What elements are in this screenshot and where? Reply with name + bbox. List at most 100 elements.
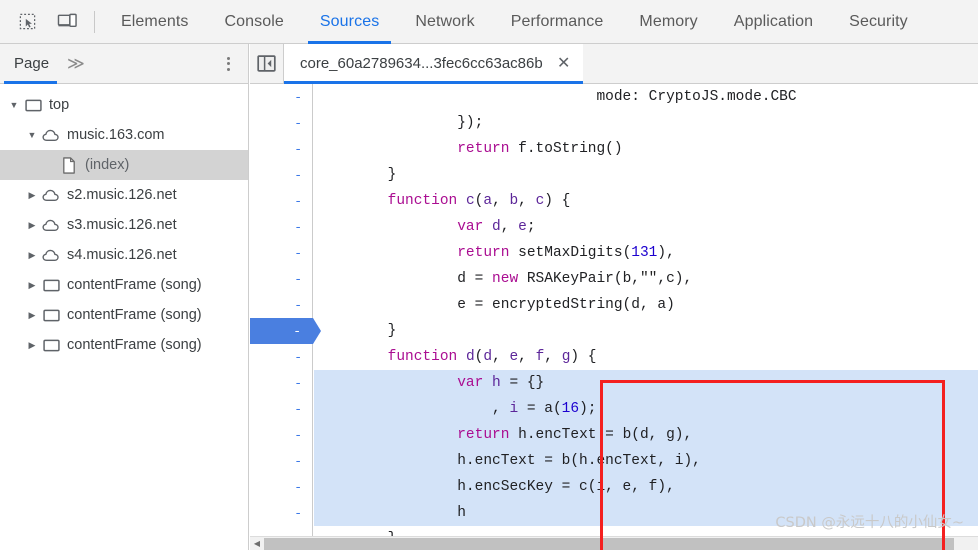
frame-icon — [40, 279, 62, 292]
gutter-line[interactable]: - — [250, 162, 312, 188]
gutter-line[interactable]: - — [250, 214, 312, 240]
editor-file-tab-label: core_60a2789634...3fec6cc63ac86b — [300, 55, 543, 72]
code-token: ), — [657, 245, 675, 261]
chevron-right-icon[interactable]: ▶ — [24, 220, 40, 231]
gutter-line[interactable]: - — [250, 318, 321, 344]
gutter-dash: - — [294, 375, 302, 391]
code-content[interactable]: mode: CryptoJS.mode.CBC }); return f.toS… — [314, 84, 978, 536]
gutter-line[interactable]: - — [250, 84, 312, 110]
code-token: var — [457, 219, 484, 235]
tab-elements[interactable]: Elements — [103, 0, 207, 44]
navigator-tab-page-label: Page — [14, 55, 50, 72]
code-token: ) { — [570, 349, 597, 365]
document-icon — [58, 156, 80, 174]
editor-file-tab[interactable]: core_60a2789634...3fec6cc63ac86b ✕ — [284, 44, 583, 84]
frame-icon — [40, 339, 62, 352]
tree-item-index[interactable]: (index) — [0, 150, 248, 180]
gutter-line[interactable]: - — [250, 292, 312, 318]
gutter-dash: - — [294, 401, 302, 417]
tree-item-contentframe-2[interactable]: ▶ contentFrame (song) — [0, 300, 248, 330]
tree-item-s4music126net[interactable]: ▶ s4.music.126.net — [0, 240, 248, 270]
gutter-line[interactable]: - — [250, 240, 312, 266]
code-line: var h = {} — [314, 370, 978, 396]
gutter-line[interactable]: - — [250, 188, 312, 214]
tab-security-label: Security — [849, 12, 908, 30]
gutter-line[interactable]: - — [250, 370, 312, 396]
tree-item-s2music126net[interactable]: ▶ s2.music.126.net — [0, 180, 248, 210]
toggle-navigator-icon[interactable] — [250, 44, 284, 84]
navigator-more-tabs-icon[interactable]: ≫ — [61, 44, 89, 84]
code-token: b — [509, 193, 519, 209]
code-line: h.encText = b(h.encText, i), — [314, 448, 978, 474]
chevron-down-icon[interactable]: ▼ — [24, 130, 40, 140]
code-token: h — [492, 375, 501, 391]
navigator-toolbar: Page ≫ — [0, 44, 248, 84]
gutter-dash: - — [294, 297, 302, 313]
tab-elements-label: Elements — [121, 12, 189, 30]
gutter-line[interactable]: - — [250, 422, 312, 448]
gutter-line[interactable]: - — [250, 136, 312, 162]
chevron-right-icon[interactable]: ▶ — [24, 310, 40, 321]
code-token: mode: CryptoJS.mode.CBC — [596, 89, 797, 105]
tab-console[interactable]: Console — [207, 0, 302, 44]
gutter-line[interactable]: - — [250, 266, 312, 292]
inspect-element-icon[interactable] — [10, 5, 44, 39]
tab-network[interactable]: Network — [397, 0, 492, 44]
code-line: d = new RSAKeyPair(b,"",c), — [314, 266, 978, 292]
horizontal-scrollbar[interactable]: ◀ — [250, 536, 978, 550]
scroll-left-icon[interactable]: ◀ — [250, 537, 264, 550]
code-token: } — [387, 323, 397, 339]
gutter-line[interactable]: - — [250, 344, 312, 370]
gutter-line[interactable]: - — [250, 448, 312, 474]
source-editor-pane: core_60a2789634...3fec6cc63ac86b ✕ - - - - -… — [250, 44, 978, 550]
scrollbar-thumb[interactable] — [264, 537, 954, 550]
gutter-line[interactable]: - — [250, 500, 312, 526]
editor-tabbar: core_60a2789634...3fec6cc63ac86b ✕ — [250, 44, 978, 84]
chevron-right-icon[interactable]: ▶ — [24, 340, 40, 351]
code-token: new — [492, 271, 519, 287]
code-token: d — [483, 349, 493, 365]
tree-item-music163[interactable]: ▼ music.163.com — [0, 120, 248, 150]
navigator-menu-icon[interactable] — [220, 55, 236, 73]
tab-performance[interactable]: Performance — [493, 0, 622, 44]
tab-memory[interactable]: Memory — [621, 0, 715, 44]
tab-sources[interactable]: Sources — [302, 0, 397, 44]
chevron-right-icon[interactable]: ▶ — [24, 250, 40, 261]
device-toolbar-icon[interactable] — [50, 5, 84, 39]
tree-item-s3music126net[interactable]: ▶ s3.music.126.net — [0, 210, 248, 240]
gutter-dash: - — [294, 271, 302, 287]
code-token: f.toString() — [509, 141, 623, 157]
chevron-down-icon[interactable]: ▼ — [6, 100, 22, 110]
cloud-icon — [40, 129, 62, 142]
devtools-main-toolbar: Elements Console Sources Network Perform… — [0, 0, 978, 44]
code-token: , — [518, 193, 536, 209]
close-icon[interactable]: ✕ — [555, 55, 573, 73]
code-token: 131 — [631, 245, 658, 261]
tree-item-contentframe-1[interactable]: ▶ contentFrame (song) — [0, 270, 248, 300]
code-token: = a( — [518, 401, 562, 417]
code-token: return — [457, 245, 510, 261]
code-token: , — [544, 349, 562, 365]
code-token: return — [457, 141, 510, 157]
tree-item-top[interactable]: ▼ top — [0, 90, 248, 120]
gutter-line[interactable]: - — [250, 396, 312, 422]
gutter-line[interactable]: - — [250, 110, 312, 136]
code-line: , i = a(16); — [314, 396, 978, 422]
navigator-tab-page[interactable]: Page — [0, 44, 61, 84]
chevron-right-icon[interactable]: ▶ — [24, 280, 40, 291]
tree-item-label: music.163.com — [67, 127, 165, 143]
code-token: a — [483, 193, 493, 209]
gutter-line[interactable]: - — [250, 474, 312, 500]
code-token: ; — [526, 219, 536, 235]
code-line: function c(a, b, c) { — [314, 188, 978, 214]
gutter-dash: - — [294, 349, 302, 365]
tab-security[interactable]: Security — [831, 0, 926, 44]
tab-application[interactable]: Application — [716, 0, 831, 44]
tab-network-label: Network — [415, 12, 475, 30]
code-line: return h.encText = b(d, g), — [314, 422, 978, 448]
tree-item-contentframe-3[interactable]: ▶ contentFrame (song) — [0, 330, 248, 360]
chevron-right-icon[interactable]: ▶ — [24, 190, 40, 201]
